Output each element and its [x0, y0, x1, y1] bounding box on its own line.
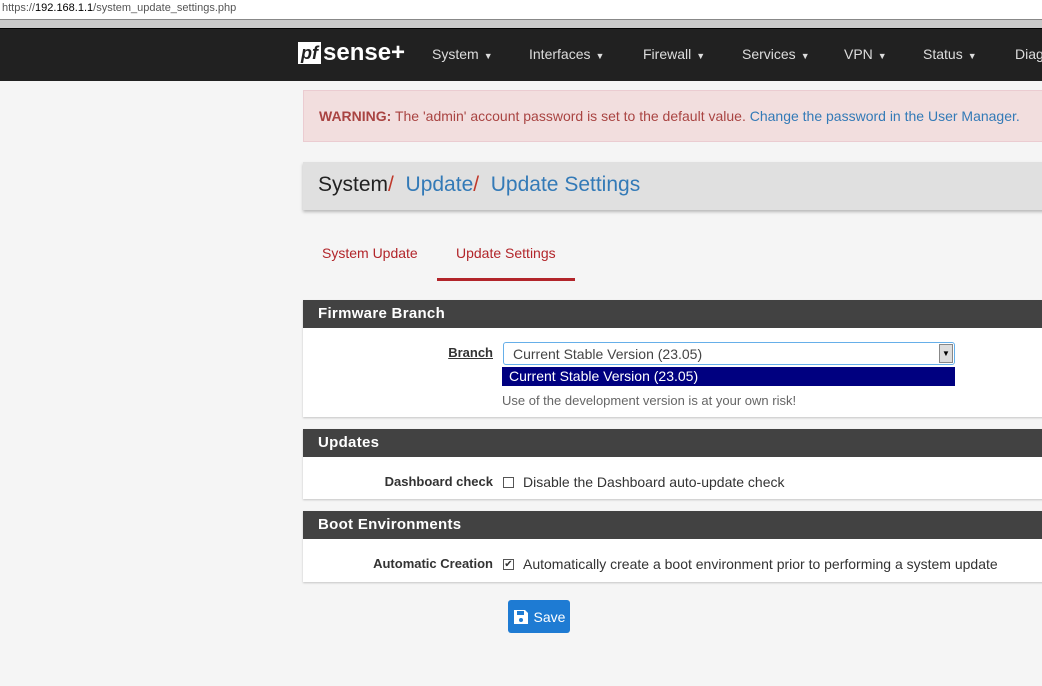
breadcrumb: System/ Update/ Update Settings — [303, 162, 1042, 210]
automatic-creation-checkbox[interactable]: ✔ Automatically create a boot environment… — [503, 556, 998, 572]
dropdown-option[interactable]: Current Stable Version (23.05) — [502, 367, 955, 386]
branch-help-text: Use of the development version is at you… — [502, 393, 797, 408]
nav-interfaces[interactable]: Interfaces ▼ — [529, 46, 604, 62]
caret-down-icon: ▼ — [696, 51, 706, 61]
nav-vpn[interactable]: VPN ▼ — [844, 46, 887, 62]
save-label: Save — [533, 608, 566, 625]
nav-label: Interfaces — [529, 46, 591, 62]
warning-text: The 'admin' account password is set to t… — [391, 108, 750, 124]
nav-label: Status — [923, 46, 963, 62]
save-button[interactable]: Save — [508, 600, 570, 633]
branch-select[interactable]: Current Stable Version (23.05) ▼ — [503, 342, 955, 365]
dashboard-check-checkbox[interactable]: Disable the Dashboard auto-update check — [503, 474, 785, 490]
caret-down-icon: ▼ — [967, 51, 977, 61]
dashboard-check-label: Dashboard check — [384, 474, 493, 489]
pfsense-logo[interactable]: pf sense+ — [298, 39, 405, 67]
warning-alert: WARNING: The 'admin' account password is… — [303, 90, 1042, 142]
tab-update-settings[interactable]: Update Settings — [437, 240, 575, 281]
breadcrumb-update[interactable]: Update — [406, 173, 474, 196]
caret-down-icon: ▼ — [595, 51, 605, 61]
automatic-creation-label: Automatic Creation — [373, 556, 493, 571]
url-scheme: https:// — [2, 2, 36, 14]
breadcrumb-system: System — [318, 173, 389, 196]
panel-heading: Boot Environments — [303, 511, 1042, 539]
panel-heading: Firmware Branch — [303, 300, 1042, 328]
checkbox-unchecked-icon[interactable] — [503, 476, 514, 488]
toolbar-strip — [0, 20, 1042, 28]
nav-label: Services — [742, 46, 796, 62]
branch-label: Branch — [448, 345, 493, 360]
nav-label: VPN — [844, 46, 873, 62]
logo-text: sense+ — [323, 39, 406, 66]
caret-down-icon: ▼ — [800, 51, 810, 61]
nav-system[interactable]: System ▼ — [432, 46, 493, 62]
logo-pf: pf — [298, 42, 321, 64]
panel-heading: Updates — [303, 429, 1042, 457]
checkbox-checked-icon[interactable]: ✔ — [503, 558, 514, 570]
firmware-branch-panel: Firmware Branch Branch Current Stable Ve… — [303, 300, 1042, 417]
url-path: /system_update_settings.php — [93, 2, 237, 14]
top-navbar: pf sense+ System ▼ Interfaces ▼ Firewall ▼ S… — [0, 28, 1042, 81]
breadcrumb-separator: / — [473, 173, 480, 196]
tab-system-update[interactable]: System Update — [303, 240, 437, 278]
nav-status[interactable]: Status ▼ — [923, 46, 977, 62]
user-manager-link[interactable]: Change the password in the User Manager. — [750, 108, 1020, 124]
nav-services[interactable]: Services ▼ — [742, 46, 810, 62]
nav-label: Firewall — [643, 46, 692, 62]
caret-down-icon: ▼ — [483, 51, 493, 61]
breadcrumb-update-settings[interactable]: Update Settings — [491, 173, 640, 196]
nav-diagnostics[interactable]: Diag — [1015, 46, 1042, 62]
updates-panel: Updates Dashboard check Disable the Dash… — [303, 429, 1042, 499]
warning-label: WARNING: — [319, 108, 392, 124]
caret-down-icon: ▼ — [877, 51, 887, 61]
address-bar[interactable]: https://192.168.1.1/system_update_settin… — [0, 0, 1042, 20]
checkbox-label: Automatically create a boot environment … — [523, 556, 998, 572]
nav-label: Diag — [1015, 46, 1042, 62]
nav-firewall[interactable]: Firewall ▼ — [643, 46, 705, 62]
select-value: Current Stable Version (23.05) — [513, 346, 703, 362]
checkbox-label: Disable the Dashboard auto-update check — [523, 474, 785, 490]
boot-environments-panel: Boot Environments Automatic Creation ✔ Au… — [303, 511, 1042, 582]
breadcrumb-separator: / — [388, 173, 394, 196]
floppy-disk-icon — [513, 609, 528, 624]
url-host: 192.168.1.1 — [35, 2, 94, 14]
dropdown-arrow-icon[interactable]: ▼ — [939, 344, 953, 363]
nav-label: System — [432, 46, 479, 62]
